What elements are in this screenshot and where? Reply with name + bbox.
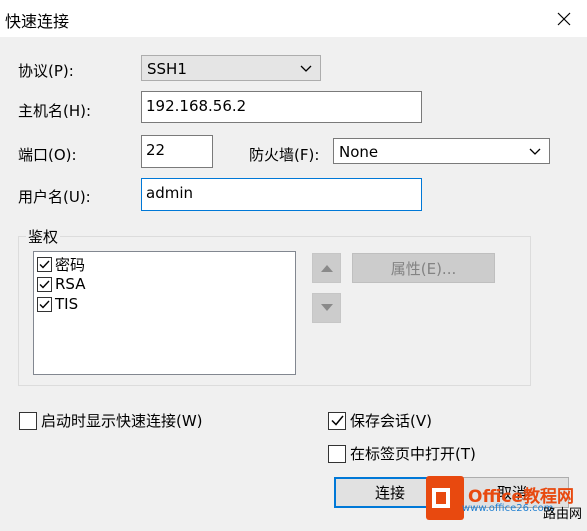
properties-button[interactable]: 属性(E)... xyxy=(352,253,495,283)
close-button[interactable] xyxy=(541,0,587,37)
protocol-label: 协议(P): xyxy=(18,62,74,80)
watermark: Office教程网 www.office26.com 路由网 xyxy=(418,472,587,527)
window-title: 快速连接 xyxy=(5,12,70,31)
list-item-label: TIS xyxy=(55,295,79,313)
list-item-label: RSA xyxy=(55,275,86,293)
checkbox[interactable] xyxy=(37,296,52,312)
protocol-select[interactable]: SSH1 xyxy=(141,55,321,81)
auth-list[interactable]: 密码 RSA TIS xyxy=(33,251,296,375)
port-value: 22 xyxy=(146,141,166,159)
watermark-url: www.office26.com xyxy=(462,503,554,514)
checkbox[interactable] xyxy=(37,276,52,292)
save-session-checkbox[interactable]: 保存会话(V) xyxy=(328,410,432,431)
auth-group-title: 鉴权 xyxy=(26,226,61,247)
open-in-tab-checkbox[interactable]: 在标签页中打开(T) xyxy=(328,443,476,464)
checkbox[interactable] xyxy=(37,256,52,272)
chevron-down-icon xyxy=(300,65,312,72)
check-icon xyxy=(39,300,50,309)
check-icon xyxy=(39,280,50,289)
username-value: admin xyxy=(146,184,193,202)
hostname-input[interactable]: 192.168.56.2 xyxy=(141,91,422,123)
list-item[interactable]: 密码 xyxy=(37,254,85,274)
checkbox-box xyxy=(328,411,346,430)
hostname-value: 192.168.56.2 xyxy=(146,97,247,115)
list-item[interactable]: TIS xyxy=(37,294,78,314)
open-in-tab-label: 在标签页中打开(T) xyxy=(350,445,476,463)
firewall-select[interactable]: None xyxy=(333,138,550,164)
username-input[interactable]: admin xyxy=(141,178,422,211)
checkbox-box xyxy=(19,411,37,430)
hostname-label: 主机名(H): xyxy=(18,102,92,120)
check-icon xyxy=(330,415,344,426)
list-item[interactable]: RSA xyxy=(37,274,85,294)
protocol-value: SSH1 xyxy=(147,60,187,78)
firewall-value: None xyxy=(339,143,379,161)
triangle-down-icon xyxy=(320,304,333,311)
save-session-label: 保存会话(V) xyxy=(350,412,432,430)
port-input[interactable]: 22 xyxy=(141,135,213,168)
show-on-startup-label: 启动时显示快速连接(W) xyxy=(41,412,203,430)
triangle-up-icon xyxy=(320,265,333,272)
chevron-down-icon xyxy=(529,148,541,155)
move-down-button[interactable] xyxy=(312,293,341,323)
username-label: 用户名(U): xyxy=(18,188,91,206)
port-label: 端口(O): xyxy=(18,146,77,164)
checkbox-box xyxy=(328,444,346,463)
title-bar: 快速连接 xyxy=(0,0,587,37)
watermark-sub: 路由网 xyxy=(543,507,583,522)
move-up-button[interactable] xyxy=(312,253,341,283)
close-icon xyxy=(557,12,571,25)
firewall-label: 防火墙(F): xyxy=(249,146,320,164)
check-icon xyxy=(39,260,50,269)
list-item-label: 密码 xyxy=(55,255,86,274)
show-on-startup-checkbox[interactable]: 启动时显示快速连接(W) xyxy=(19,410,203,431)
